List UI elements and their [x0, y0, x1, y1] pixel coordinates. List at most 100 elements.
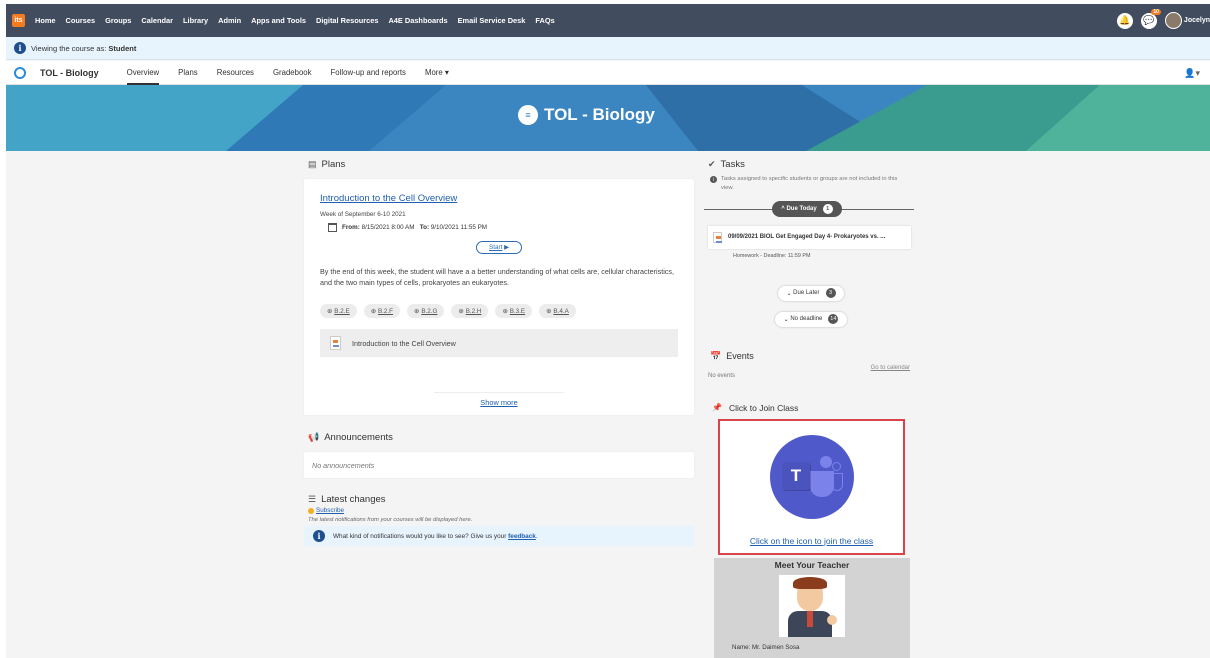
nav-email-service-desk[interactable]: Email Service Desk — [458, 16, 526, 25]
pin-icon: 📌 — [712, 403, 722, 413]
due-today-count: 1 — [822, 203, 833, 214]
task-title: 09/09/2021 BIOL Get Engaged Day 4- Proka… — [728, 234, 886, 241]
teacher-avatar — [779, 574, 845, 637]
announcements-heading: 📢 Announcements — [308, 432, 393, 443]
nav-home[interactable]: Home — [35, 16, 56, 25]
tab-follow-up-and-reports[interactable]: Follow-up and reports — [331, 61, 406, 85]
go-to-calendar-link[interactable]: Go to calendar — [704, 365, 910, 371]
nav-a4e-dashboards[interactable]: A4E Dashboards — [388, 16, 447, 25]
tasks-heading: ✔ Tasks — [708, 159, 745, 170]
megaphone-icon: 📢 — [308, 432, 320, 442]
resource-title: Introduction to the Cell Overview — [352, 338, 456, 348]
tab-more[interactable]: More ▾ — [425, 61, 449, 85]
tab-plans[interactable]: Plans — [178, 61, 198, 85]
plans-heading: ▤ Plans — [308, 159, 346, 170]
nav-apps-and-tools[interactable]: Apps and Tools — [251, 16, 306, 25]
join-class-box: T Click on the icon to join the class — [718, 418, 905, 555]
join-class-link[interactable]: Click on the icon to join the class — [720, 536, 903, 546]
latest-changes-note: The latest notifications from your cours… — [308, 517, 473, 523]
teams-letter: T — [782, 461, 810, 490]
app-frame: its Home Courses Groups Calendar Library… — [6, 4, 1210, 658]
banner-title: ≡ TOL - Biology — [518, 105, 655, 125]
info-icon: i — [710, 176, 717, 183]
course-title[interactable]: TOL - Biology — [40, 68, 99, 78]
sidebar-column: ✔ Tasks i Tasks assigned to specific stude… — [704, 151, 914, 658]
no-deadline-count: 14 — [828, 314, 839, 325]
feedback-text: What kind of notifications would you lik… — [333, 532, 538, 540]
standard-tag[interactable]: ⊕ B.4.A — [539, 304, 576, 319]
no-deadline-toggle[interactable]: ⌄ No deadline 14 — [775, 311, 847, 327]
chevron-down-icon: ▾ — [444, 68, 449, 77]
teams-icon-part — [820, 455, 832, 468]
plan-resource-item[interactable]: Introduction to the Cell Overview — [320, 329, 678, 358]
user-name[interactable]: Jocelyn — [1184, 17, 1210, 24]
due-later-toggle[interactable]: ⌄ Due Later 3 — [778, 285, 844, 301]
feedback-link[interactable]: feedback — [508, 533, 536, 540]
viewing-as-text: Viewing the course as: Student — [31, 43, 137, 53]
latest-changes-heading: ☰ Latest changes — [308, 494, 386, 505]
document-icon — [330, 336, 341, 351]
tab-resources[interactable]: Resources — [217, 61, 254, 85]
course-banner: ≡ TOL - Biology — [6, 85, 1210, 151]
info-icon: i — [14, 42, 26, 54]
viewing-as-bar: i Viewing the course as: Student — [6, 37, 1210, 60]
tab-gradebook[interactable]: Gradebook — [273, 61, 312, 85]
play-icon: ▶ — [504, 244, 509, 251]
nav-library[interactable]: Library — [183, 16, 208, 25]
nav-faqs[interactable]: FAQs — [535, 16, 554, 25]
teams-icon-part — [832, 461, 841, 471]
nav-courses[interactable]: Courses — [66, 16, 96, 25]
chat-icon[interactable]: 💬 10 — [1140, 8, 1161, 29]
top-nav-right: 🔔 💬 10 Jocelyn — [1116, 8, 1210, 29]
teams-icon[interactable]: T — [770, 434, 854, 519]
calendar-icon: 📅 — [710, 350, 722, 361]
plan-card: Introduction to the Cell Overview Week o… — [304, 179, 694, 415]
standard-tag[interactable]: ⊕ B.3.E — [495, 304, 533, 319]
bell-icon[interactable]: 🔔 — [1116, 12, 1133, 29]
course-icon — [14, 66, 26, 79]
teacher-box: Meet Your Teacher Name: Mr. Daimen Sosa — [714, 557, 910, 658]
chevron-down-icon: ⌄ — [786, 290, 792, 297]
teacher-name: Name: Mr. Daimen Sosa — [732, 643, 800, 651]
task-meta: Homework - Deadline: 11:59 PM — [733, 252, 811, 259]
standard-tag[interactable]: ⊕ B.2.F — [363, 304, 401, 319]
plan-title-link[interactable]: Introduction to the Cell Overview — [320, 193, 678, 204]
list-icon: ☰ — [308, 494, 317, 504]
app-logo[interactable]: its — [12, 14, 25, 27]
standard-tag[interactable]: ⊕ B.2.E — [320, 304, 357, 319]
course-badge-icon: ≡ — [518, 105, 538, 125]
tasks-note: i Tasks assigned to specific students or … — [710, 175, 910, 194]
plans-icon: ▤ — [308, 159, 317, 169]
user-avatar[interactable] — [1164, 12, 1182, 29]
subscribe-link[interactable]: Subscribe — [316, 507, 344, 514]
plan-description: By the end of this week, the student wil… — [320, 267, 674, 288]
start-button[interactable]: Start ▶ — [476, 241, 522, 254]
due-today-toggle[interactable]: ^ Due Today 1 — [772, 200, 842, 217]
task-item[interactable]: 09/09/2021 BIOL Get Engaged Day 4- Proka… — [708, 225, 911, 249]
info-icon: i — [313, 530, 325, 542]
events-heading: 📅 Events — [710, 350, 754, 362]
notification-badge: 10 — [1151, 8, 1161, 15]
teams-icon-part — [810, 470, 834, 497]
due-today-divider: ^ Due Today 1 — [704, 200, 914, 217]
target-icon: ⊕ — [458, 307, 464, 315]
standard-tag[interactable]: ⊕ B.2.G — [407, 304, 445, 319]
nav-calendar[interactable]: Calendar — [141, 16, 173, 25]
calendar-icon — [328, 223, 337, 232]
checkmark-icon: ✔ — [708, 159, 716, 169]
target-icon: ⊕ — [327, 307, 333, 315]
subscribe-icon — [308, 507, 314, 514]
main-column: ▤ Plans Introduction to the Cell Overview… — [304, 151, 694, 546]
target-icon: ⊕ — [502, 307, 508, 315]
nav-digital-resources[interactable]: Digital Resources — [316, 16, 378, 25]
tab-overview[interactable]: Overview — [126, 61, 159, 85]
user-menu-icon[interactable]: 👤▾ — [1184, 68, 1200, 79]
join-class-heading: 📌 Click to Join Class — [712, 402, 799, 413]
banner-title-text: TOL - Biology — [544, 105, 655, 124]
target-icon: ⊕ — [546, 307, 552, 315]
nav-admin[interactable]: Admin — [218, 16, 241, 25]
standard-tag[interactable]: ⊕ B.2.H — [451, 304, 489, 319]
plan-dates: From: 8/15/2021 8:00 AM To: 9/10/2021 11… — [328, 223, 678, 232]
nav-groups[interactable]: Groups — [105, 16, 131, 25]
show-more-link[interactable]: Show more — [304, 392, 694, 407]
